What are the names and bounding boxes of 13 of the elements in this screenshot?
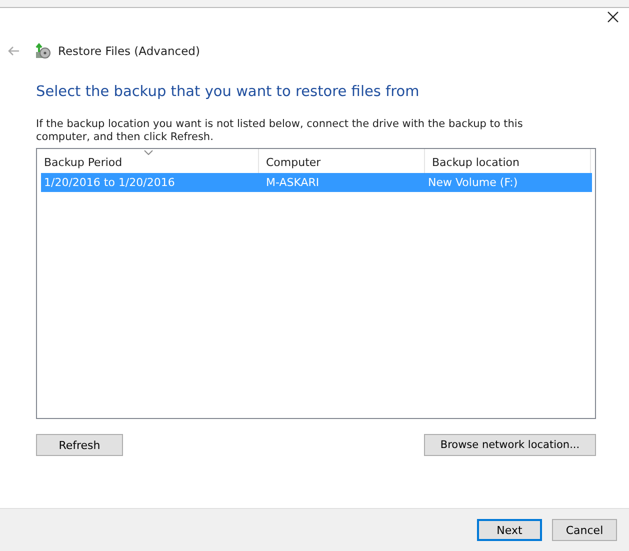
- window-title: Restore Files (Advanced): [58, 44, 200, 58]
- table-cell-text: New Volume (F:): [427, 176, 519, 189]
- backup-list[interactable]: Backup Period Computer Backup location 1/20/2016 to 1/20/2016 M-ASKARI New Volume (F:): [36, 148, 596, 419]
- cancel-button[interactable]: Cancel: [552, 519, 617, 541]
- backup-restore-icon: [35, 43, 51, 59]
- browse-button[interactable]: Browse network location...: [424, 434, 596, 456]
- close-icon[interactable]: [607, 11, 619, 23]
- refresh-button[interactable]: Refresh: [36, 434, 123, 456]
- next-button[interactable]: Next: [477, 519, 542, 541]
- table-cell-text: 1/20/2016 to 1/20/2016: [43, 176, 176, 189]
- page-heading: Select the backup that you want to restore files from: [36, 84, 420, 100]
- table-cell-text: M-ASKARI: [265, 176, 320, 189]
- instruction-text: If the backup location you want is not listed below, connect the drive with the backup to this computer, and then click Refresh.: [36, 118, 524, 144]
